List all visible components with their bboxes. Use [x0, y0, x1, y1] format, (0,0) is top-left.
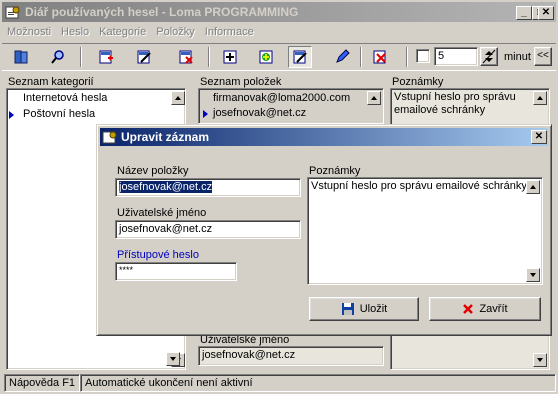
magnifier-icon — [51, 50, 64, 64]
timer-value-input[interactable]: 5 — [434, 47, 478, 66]
floppy-icon — [341, 303, 354, 315]
pencil-icon — [336, 49, 350, 63]
menu-informace[interactable]: Informace — [200, 26, 259, 38]
item-row[interactable]: firmanovak@loma2000.com — [213, 92, 350, 104]
username-input[interactable]: josefnovak@net.cz — [115, 220, 301, 239]
items-scroll-down-button[interactable] — [166, 352, 180, 366]
auto-logout-checkbox[interactable] — [416, 49, 430, 63]
delete-item-button[interactable] — [368, 46, 392, 68]
collapse-button[interactable]: << — [534, 47, 552, 66]
status-auto-logout: Automatické ukončení není aktivní — [80, 374, 556, 392]
delete-category-icon — [179, 50, 193, 64]
items-list[interactable]: firmanovak@loma2000.com josefnovak@net.c… — [198, 88, 384, 124]
books-button[interactable] — [10, 46, 34, 68]
edit-item-button[interactable] — [288, 46, 312, 68]
save-label: Uložit — [359, 303, 388, 315]
category-item[interactable]: Poštovní hesla — [23, 108, 95, 120]
notes-scroll-down-button[interactable] — [526, 268, 540, 282]
menu-polozky[interactable]: Položky — [151, 26, 200, 38]
detail-username-value: josefnovak@net.cz — [198, 346, 384, 366]
window-title: Diář používaných hesel - Loma PROGRAMMIN… — [25, 5, 299, 19]
menu-bar: Možnosti Heslo Kategorie Položky Informa… — [2, 22, 259, 42]
delete-item-icon — [373, 50, 386, 64]
status-help: Nápověda F1 — [4, 374, 80, 392]
dialog-app-icon — [102, 131, 117, 144]
close-button[interactable]: Zavřít — [429, 297, 541, 321]
scroll-up-button[interactable] — [367, 91, 381, 105]
notes-label: Poznámky — [309, 165, 361, 177]
delete-category-button[interactable] — [174, 46, 198, 68]
toolbar: 5 minut << — [2, 43, 556, 71]
close-label: Zavřít — [479, 303, 508, 315]
search-button[interactable] — [46, 46, 70, 68]
password-label: Přístupové heslo — [117, 249, 199, 261]
key-app-icon — [5, 6, 20, 19]
selected-row-marker — [203, 110, 208, 118]
dialog-titlebar[interactable]: Upravit záznam — [100, 128, 548, 146]
edit-record-dialog: Upravit záznam ✕ Název položky josefnova… — [96, 124, 552, 336]
toolbar-separator — [208, 47, 210, 67]
toolbar-separator — [80, 47, 82, 67]
notes-textarea-content: Vstupní heslo pro správu emailové schrán… — [311, 180, 527, 192]
selected-row-marker — [9, 111, 14, 119]
close-window-button[interactable]: ✕ — [538, 6, 554, 20]
add-item-button[interactable] — [218, 46, 242, 68]
password-input[interactable]: **** — [115, 262, 237, 281]
import-button[interactable] — [254, 46, 278, 68]
name-input[interactable]: josefnovak@net.cz — [115, 178, 301, 197]
save-button[interactable]: Uložit — [309, 297, 419, 321]
minimize-button[interactable]: _ — [516, 6, 532, 20]
status-bar: Nápověda F1 Automatické ukončení není ak… — [2, 374, 556, 392]
name-label: Název položky — [117, 165, 189, 177]
notes-panel-content: Vstupní heslo pro správu emailové schrán… — [394, 91, 516, 116]
add-category-icon — [99, 50, 113, 64]
edit-category-button[interactable] — [132, 46, 156, 68]
add-category-button[interactable] — [94, 46, 118, 68]
categories-label: Seznam kategorií — [8, 76, 94, 88]
item-row[interactable]: josefnovak@net.cz — [213, 107, 306, 119]
timer-spin-button[interactable] — [480, 47, 498, 66]
window-titlebar[interactable]: Diář používaných hesel - Loma PROGRAMMIN… — [2, 2, 556, 22]
books-icon — [14, 50, 28, 64]
pencil-button[interactable] — [330, 46, 354, 68]
items-label: Seznam položek — [200, 76, 282, 88]
name-input-selected-text: josefnovak@net.cz — [119, 181, 213, 193]
import-icon — [259, 50, 273, 64]
toolbar-separator — [406, 47, 408, 67]
category-item[interactable]: Internetová hesla — [23, 92, 107, 104]
notes-textarea[interactable]: Vstupní heslo pro správu emailové schrán… — [307, 177, 543, 285]
menu-kategorie[interactable]: Kategorie — [94, 26, 151, 38]
username-label: Uživatelské jméno — [117, 207, 207, 219]
menu-heslo[interactable]: Heslo — [56, 26, 94, 38]
add-item-icon — [223, 50, 237, 64]
dialog-title: Upravit záznam — [121, 130, 210, 144]
timer-unit-label: minut — [504, 51, 531, 63]
edit-item-icon — [293, 50, 307, 64]
notes-panel-label: Poznámky — [392, 76, 444, 88]
scroll-up-button[interactable] — [533, 91, 547, 105]
spin-arrows-icon — [482, 49, 496, 64]
red-x-icon — [463, 304, 474, 314]
scroll-down-button[interactable] — [533, 353, 547, 367]
notes-scroll-up-button[interactable] — [526, 180, 540, 194]
scroll-up-button[interactable] — [171, 91, 185, 105]
menu-moznosti[interactable]: Možnosti — [2, 26, 56, 38]
edit-category-icon — [137, 50, 151, 64]
dialog-close-button[interactable]: ✕ — [531, 130, 547, 144]
toolbar-separator — [360, 47, 362, 67]
